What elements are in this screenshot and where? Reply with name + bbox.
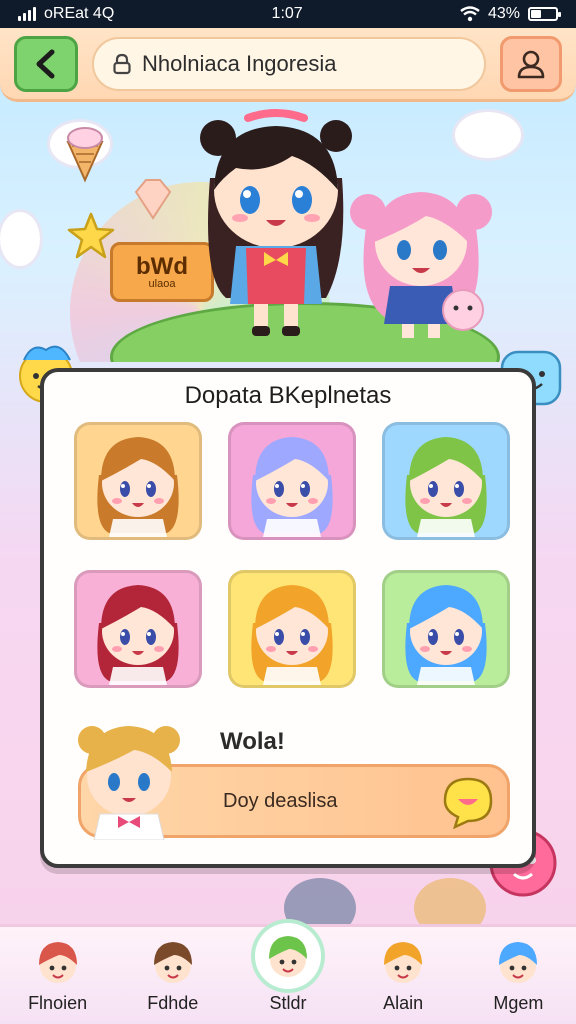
- nav-item-label: Stldr: [269, 993, 307, 1013]
- character-selection-card: Dopata BKeplnetas Wola! Doy deaslisa: [40, 368, 536, 868]
- card-title: Dopata BKeplnetas: [184, 382, 392, 409]
- status-right: 43%: [460, 5, 561, 23]
- search-input[interactable]: [142, 50, 466, 77]
- nav-item-mgem[interactable]: Mgem: [468, 935, 568, 1014]
- lock-icon: [113, 53, 131, 74]
- chat-speaker-name: Wola!: [220, 728, 285, 755]
- character-tile-orange-twin-tail-girl[interactable]: [228, 570, 356, 688]
- wifi-icon: [460, 6, 480, 22]
- peeking-characters-decoration: [284, 878, 486, 926]
- battery-percent: 43%: [487, 5, 520, 22]
- clock: 1:07: [271, 5, 303, 22]
- character-tile-green-hair-bow-girl[interactable]: [382, 422, 510, 540]
- cloud-decoration: [455, 112, 521, 158]
- nav-item-label: Flnoien: [28, 993, 88, 1013]
- status-left: oREat 4Q: [18, 5, 114, 23]
- nav-item-fdhde[interactable]: Fdhde: [123, 935, 223, 1014]
- character-tile-lavender-twin-tail-girl[interactable]: [228, 422, 356, 540]
- hero-sign-subtext: ulaoa: [148, 277, 176, 290]
- blue-hair-bow-girl-portrait: [405, 585, 487, 685]
- orange-twin-tail-girl-portrait: [251, 585, 333, 685]
- orange-avatar-icon: [376, 935, 430, 989]
- status-bar: oREat 4Q 1:07 43%: [0, 0, 576, 28]
- character-tile-blue-hair-bow-girl[interactable]: [382, 570, 510, 688]
- green-hair-bow-girl-portrait: [405, 437, 487, 537]
- character-grid: [74, 422, 510, 688]
- chevron-left-icon: [36, 49, 55, 78]
- lavender-twin-tail-girl-portrait: [251, 437, 333, 537]
- battery-icon: [528, 7, 561, 21]
- signal-icon: [18, 7, 36, 21]
- blue-hair-avatar-icon: [491, 935, 545, 989]
- star-icon: [67, 212, 115, 259]
- chat-message-text: Doy deaslisa: [223, 789, 338, 812]
- nav-item-alain[interactable]: Alain: [353, 935, 453, 1014]
- red-hair-girl-portrait: [97, 585, 179, 685]
- ice-cream-icon: [66, 127, 104, 183]
- hero-scene: bWd ulaoa: [0, 102, 576, 362]
- pink-mascot-illustration: [442, 289, 484, 331]
- gem-icon: [134, 179, 172, 220]
- search-bar[interactable]: [92, 36, 486, 91]
- brown-bear-avatar-icon: [146, 935, 200, 989]
- red-hair-avatar-icon: [31, 935, 85, 989]
- carrier-label: oREat 4Q: [44, 5, 115, 22]
- dark-hair-girl-illustration: [200, 109, 352, 336]
- hero-sign-text: bWd: [136, 252, 188, 280]
- bottom-navigation: Flnoien Fdhde Stldr Alain Mgem: [0, 923, 576, 1024]
- nav-item-flnoien[interactable]: Flnoien: [8, 935, 108, 1014]
- back-button[interactable]: [14, 35, 78, 92]
- green-hair-avatar-icon: [254, 923, 321, 989]
- nav-item-label: Alain: [383, 993, 424, 1013]
- nav-item-label: Fdhde: [147, 993, 199, 1013]
- profile-button[interactable]: [500, 35, 562, 92]
- character-tile-red-hair-girl[interactable]: [74, 570, 202, 688]
- battery-level-fill: [531, 10, 542, 18]
- brown-bear-girl-portrait: [97, 437, 179, 537]
- nav-item-label: Mgem: [493, 993, 544, 1013]
- chat-row: Wola! Doy deaslisa: [74, 726, 510, 842]
- chat-send-icon[interactable]: [441, 775, 495, 829]
- app-header: [0, 28, 576, 102]
- user-icon: [517, 50, 545, 78]
- cloud-decoration: [0, 212, 40, 266]
- character-tile-brown-bear-girl[interactable]: [74, 422, 202, 540]
- blonde-boy-avatar: [78, 726, 180, 840]
- nav-item-stldr[interactable]: Stldr: [238, 923, 338, 1014]
